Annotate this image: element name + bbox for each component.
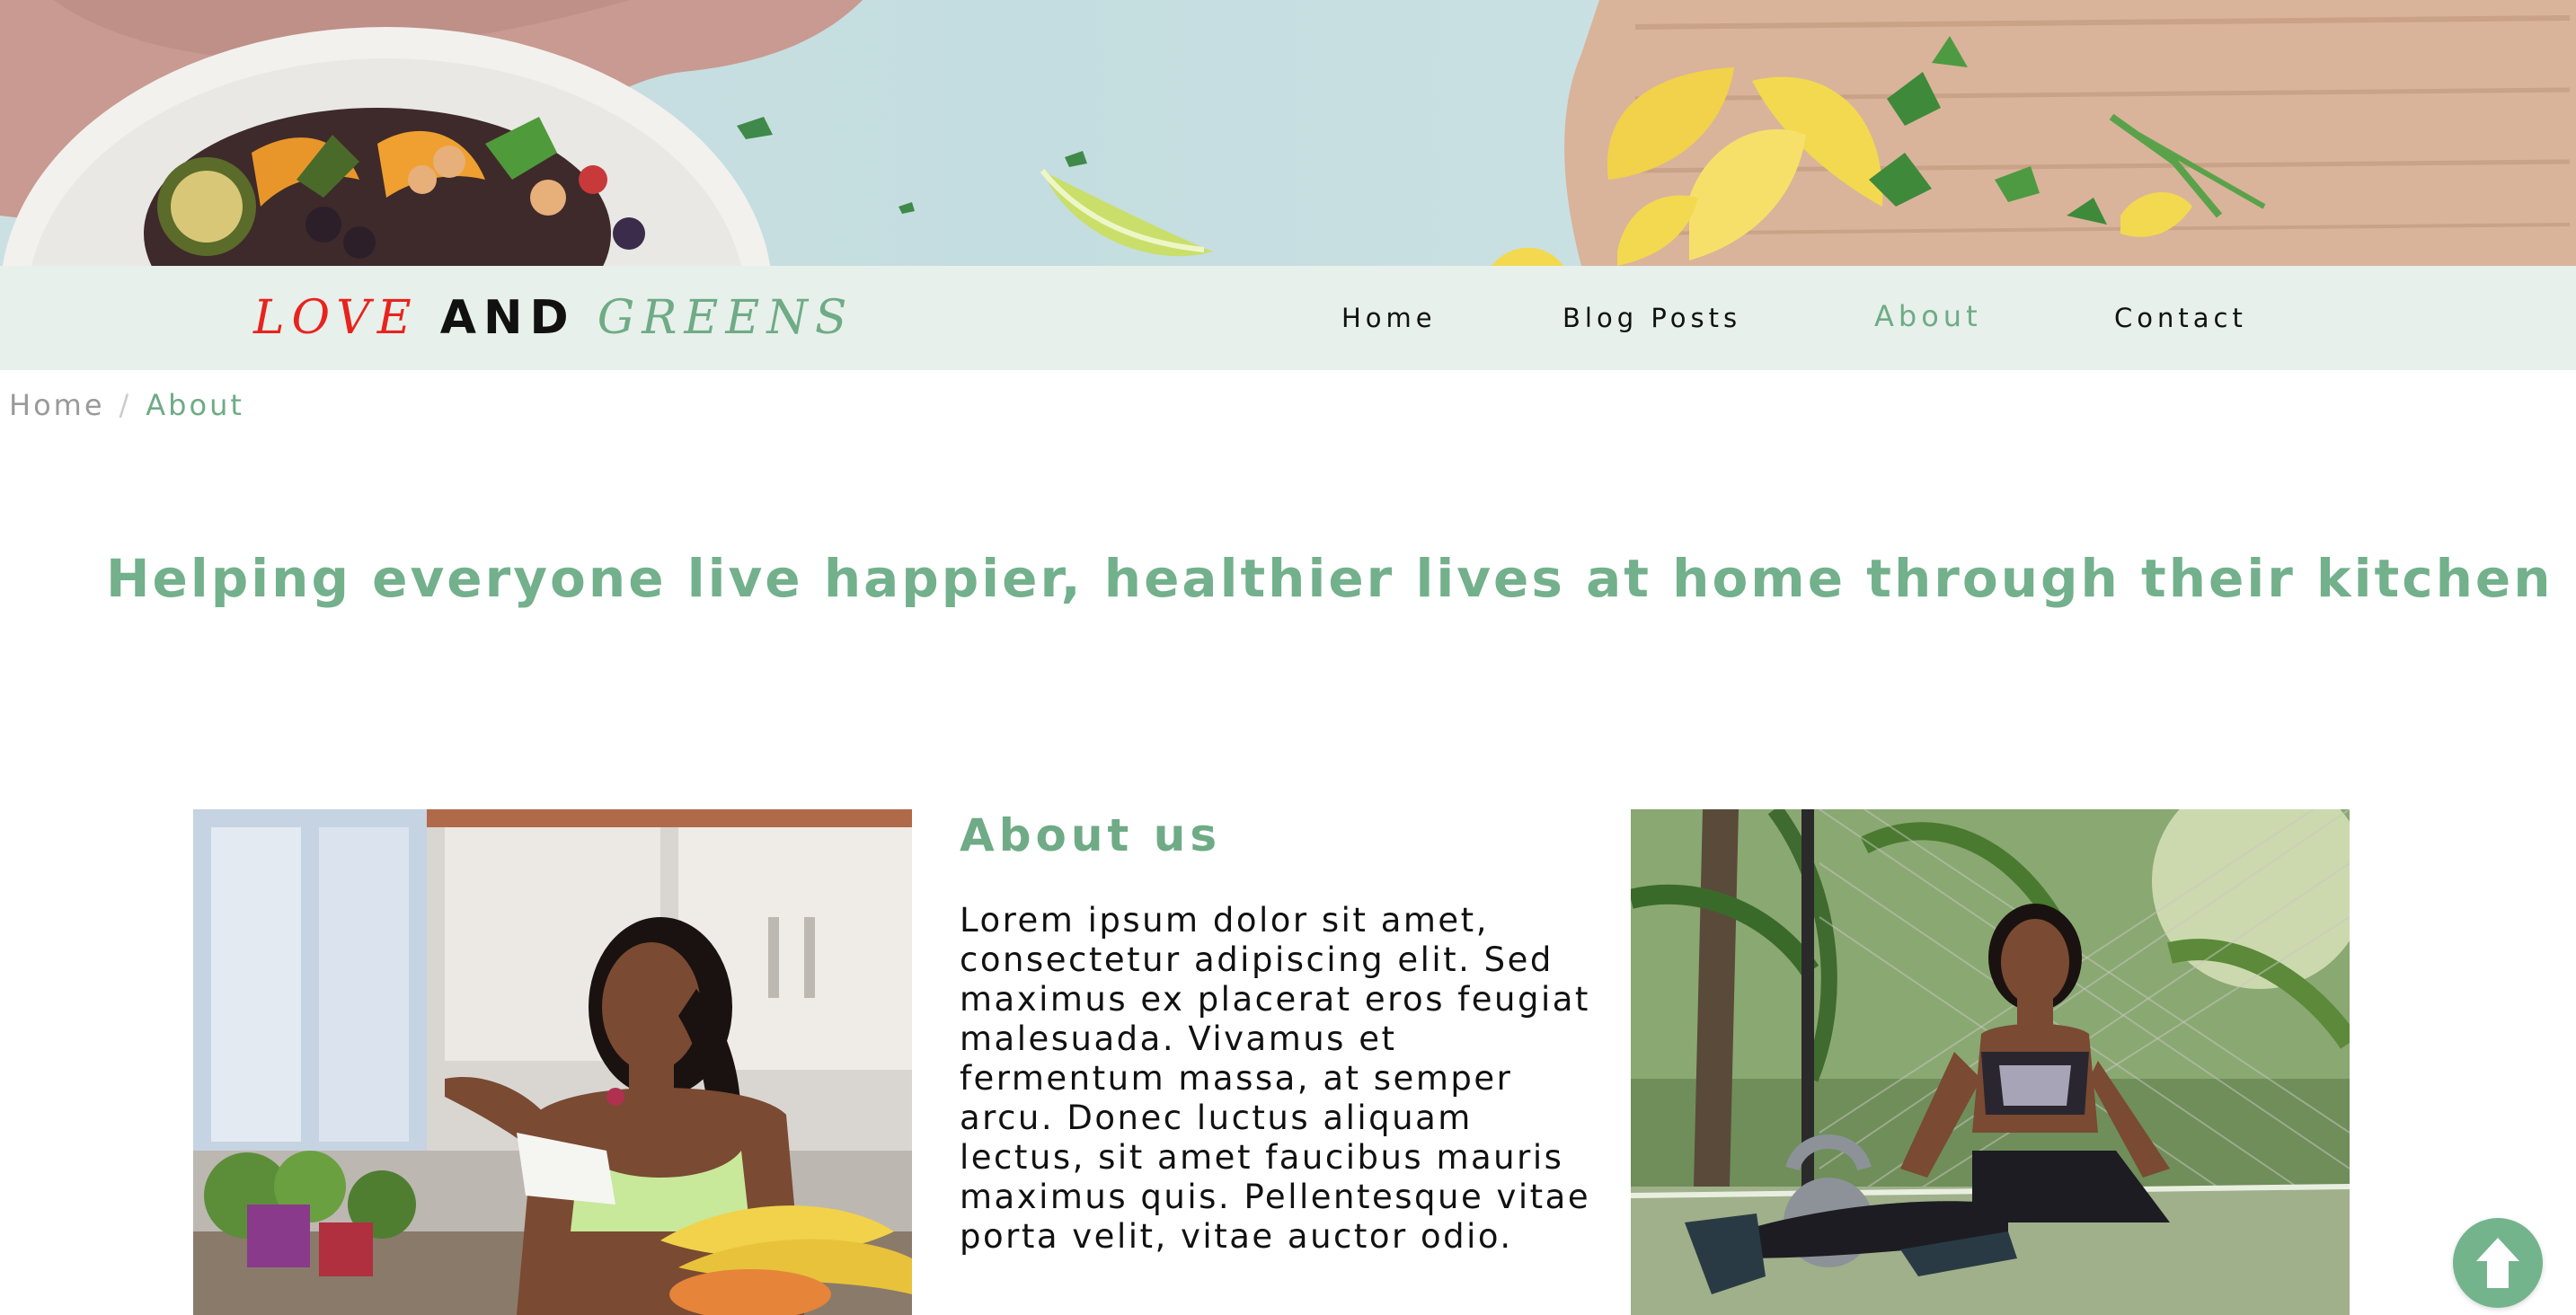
woman-eating-photo <box>193 809 912 1315</box>
about-body-line: maximus quis. Pellentesque vitae <box>960 1178 1591 1216</box>
about-body-line: maximus ex placerat eros feugiat <box>960 980 1590 1019</box>
about-section: About us Lorem ipsum dolor sit amet, con… <box>960 804 1607 1257</box>
breadcrumb-home-link[interactable]: Home <box>9 388 105 422</box>
breadcrumb-separator: / <box>119 388 132 422</box>
brand-love-text: LOVE <box>253 291 419 345</box>
scroll-to-top-button[interactable] <box>2453 1218 2543 1308</box>
nav-link-blog-posts[interactable]: Blog Posts <box>1562 298 1741 338</box>
about-body-line: porta velit, vitae auctor odio. <box>960 1217 1513 1256</box>
brand-logo[interactable]: LOVE AND GREENS <box>253 289 854 347</box>
about-body-text: Lorem ipsum dolor sit amet, consectetur … <box>960 901 1607 1257</box>
breadcrumb-current: About <box>146 388 244 422</box>
about-body-line: consectetur adipiscing elit. Sed <box>960 940 1554 979</box>
nav-link-about[interactable]: About <box>1874 296 1982 336</box>
nav-link-home[interactable]: Home <box>1341 298 1437 338</box>
about-heading: About us <box>960 809 1222 861</box>
about-body-line: fermentum massa, at semper <box>960 1059 1513 1098</box>
woman-exercising-illustration <box>1631 809 2350 1315</box>
brand-and-text: AND <box>439 291 576 345</box>
about-body-line: Lorem ipsum dolor sit amet, <box>960 901 1489 940</box>
main-navbar: LOVE AND GREENS Home Blog Posts About Cont… <box>0 266 2576 370</box>
hero-banner-image <box>0 0 2576 266</box>
woman-eating-illustration <box>193 809 912 1315</box>
breadcrumb: Home / About <box>9 384 244 426</box>
nav-link-contact[interactable]: Contact <box>2114 298 2247 338</box>
about-body-line: lectus, sit amet faucibus mauris <box>960 1138 1564 1177</box>
arrow-up-icon <box>2476 1238 2519 1288</box>
woman-exercising-photo <box>1631 809 2350 1315</box>
about-body-line: malesuada. Vivamus et <box>960 1019 1397 1058</box>
hero-food-illustration <box>0 0 2576 266</box>
page-tagline: Helping everyone live happier, healthier… <box>106 548 2554 609</box>
brand-greens-text: GREENS <box>597 291 854 345</box>
about-body-line: arcu. Donec luctus aliquam <box>960 1099 1473 1137</box>
